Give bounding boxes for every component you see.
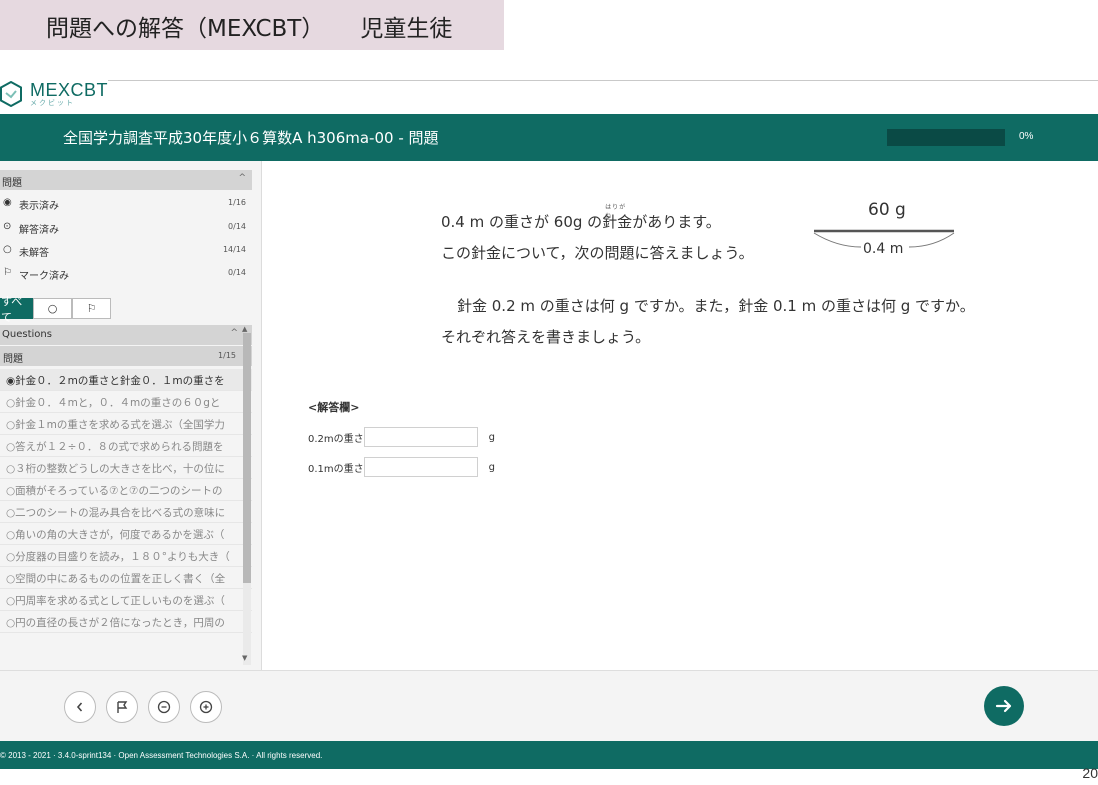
progress-bar [887, 129, 1005, 146]
answer-row: 0.1mの重さ g [308, 457, 495, 477]
flag-icon [117, 701, 128, 713]
progress-percent: 0% [1019, 131, 1034, 142]
eye-icon: ◉ [3, 197, 12, 208]
filter-all[interactable]: すべて [0, 295, 33, 324]
flag-icon: ⚐ [3, 267, 12, 278]
question-line-1: 0.4 m の重さが 60g のはりがね 針金があります。 [441, 204, 721, 231]
zoom-in-icon [199, 700, 213, 714]
list-item[interactable]: ○角いの角の大きさが，何度であるかを選ぶ（ [0, 523, 252, 545]
scroll-up-icon[interactable]: ▲ [242, 325, 247, 333]
list-item[interactable]: ○答えが１２÷０．８の式で求められる問題を [0, 435, 252, 457]
answer-input-0-2m[interactable] [363, 427, 478, 447]
filter-unanswered[interactable]: ○ [33, 298, 72, 319]
figure-length-label: 0.4 m [863, 241, 904, 257]
circle-icon: ○ [3, 244, 12, 255]
part-header[interactable]: 問題 1/15 [0, 346, 252, 366]
answer-header: <解答欄> [308, 401, 360, 414]
list-item[interactable]: ○針金１mの重さを求める式を選ぶ（全国学力 [0, 413, 252, 435]
zoom-in-button[interactable] [190, 691, 222, 723]
figure-weight-label: 60 g [868, 200, 906, 220]
ruby-word: はりがね 針金 [602, 204, 633, 231]
stat-answered: ⊙ 解答済み 0/14 [3, 221, 246, 236]
filter-tabs: すべて ○ ⚐ [0, 295, 111, 324]
navigation-bar [0, 670, 1098, 741]
ruby-reading: はりがね [605, 204, 627, 220]
stat-viewed: ◉ 表示済み 1/16 [3, 197, 246, 212]
answer-label: 0.1mの重さ [308, 463, 364, 475]
part-count: 1/15 [218, 351, 236, 360]
answer-input-0-1m[interactable] [363, 457, 478, 477]
review-panel: 問題 ^ ◉ 表示済み 1/16 ⊙ 解答済み 0/14 ○ 未解答 14/14… [0, 161, 262, 670]
zoom-out-button[interactable] [148, 691, 180, 723]
list-item[interactable]: ○二つのシートの混み具合を比べる式の意味に [0, 501, 252, 523]
questions-header[interactable]: Questions ^ [0, 325, 252, 345]
question-line-3: 針金 0.2 m の重さは何 g ですか。また，針金 0.1 m の重さは何 g… [457, 297, 975, 315]
list-item[interactable]: ○空間の中にあるものの位置を正しく書く（全 [0, 567, 252, 589]
question-list: ◉針金０．２mの重さと針金０．１mの重さを ○針金０．４mと，０．４mの重さの６… [0, 369, 252, 633]
question-line-2: この針金について，次の問題に答えましょう。 [441, 244, 754, 262]
stat-unanswered: ○ 未解答 14/14 [3, 244, 246, 259]
chevron-up-icon[interactable]: ^ [238, 173, 246, 183]
list-item[interactable]: ○面積がそろっている⑦と⑦の二つのシートの [0, 479, 252, 501]
answer-unit: g [488, 431, 496, 443]
brand-divider [108, 80, 1098, 81]
scrollbar-thumb[interactable] [243, 333, 251, 583]
slide-title-right: 児童生徒 [360, 16, 453, 42]
questions-title: Questions [2, 329, 52, 340]
answer-row: 0.2mの重さ g [308, 427, 495, 447]
mexcbt-logo-icon [0, 81, 22, 107]
answer-label: 0.2mの重さ [308, 433, 364, 445]
arrow-right-icon [995, 699, 1012, 713]
footer: © 2013 - 2021 · 3.4.0-sprint134 · Open A… [0, 741, 1098, 769]
answer-unit: g [488, 461, 496, 473]
list-item[interactable]: ○針金０．４mと，０．４mの重さの６０gと [0, 391, 252, 413]
copyright-text: © 2013 - 2021 · 3.4.0-sprint134 · Open A… [0, 751, 323, 760]
list-item[interactable]: ◉針金０．２mの重さと針金０．１mの重さを [0, 369, 252, 391]
part-title: 問題 [3, 354, 23, 365]
brand-subtitle: メクビット [30, 99, 75, 107]
stat-flagged: ⚐ マーク済み 0/14 [3, 267, 246, 282]
test-title: 全国学力調査平成30年度小６算数A h306ma-00 - 問題 [63, 129, 439, 147]
question-line-4: それぞれ答えを書きましょう。 [441, 328, 651, 346]
slide-title-left: 問題への解答（MEXCBT） [46, 16, 325, 42]
brand-logo: MEXCBT メクビット [0, 80, 108, 114]
section-header[interactable]: 問題 ^ [0, 170, 252, 190]
zoom-out-icon [157, 700, 171, 714]
page-number: 20 [1082, 765, 1098, 781]
list-item[interactable]: ○円の直径の長さが２倍になったとき，円周の [0, 611, 252, 633]
wire-brace-left [813, 232, 862, 248]
slide-title: 問題への解答（MEXCBT） 児童生徒 [0, 0, 504, 50]
filter-flagged[interactable]: ⚐ [72, 298, 111, 319]
previous-button[interactable] [64, 691, 96, 723]
list-item[interactable]: ○分度器の目盛りを読み，１８０°よりも大き（ [0, 545, 252, 567]
scroll-down-icon[interactable]: ▼ [242, 654, 247, 662]
section-title: 問題 [2, 178, 22, 189]
chevron-up-icon[interactable]: ^ [230, 328, 238, 338]
chevron-left-icon [76, 702, 83, 712]
flag-button[interactable] [106, 691, 138, 723]
brand-name: MEXCBT [30, 80, 109, 100]
list-item[interactable]: ○円周率を求める式として正しいものを選ぶ（ [0, 589, 252, 611]
next-button[interactable] [984, 686, 1024, 726]
answered-icon: ⊙ [3, 221, 12, 232]
question-area: 0.4 m の重さが 60g のはりがね 針金があります。 この針金について，次の… [263, 161, 1098, 670]
list-item[interactable]: ○３桁の整数どうしの大きさを比べ，十の位に [0, 457, 252, 479]
wire-brace-right [908, 232, 955, 248]
